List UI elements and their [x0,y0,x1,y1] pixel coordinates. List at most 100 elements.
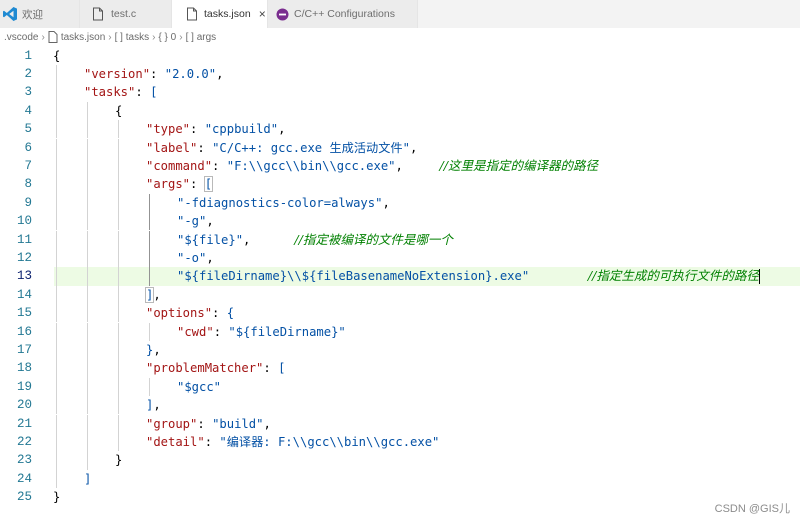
tab-bar: 欢迎 test.c tasks.json × C/C++ Configurati [0,0,800,28]
code-line[interactable]: 16 "cwd": "${fileDirname}" [0,322,800,341]
vscode-logo-icon [2,6,18,22]
code-line[interactable]: 1{ [0,47,800,65]
code-line[interactable]: 9 "-fdiagnostics-color=always", [0,193,800,213]
code-line[interactable]: 11 "${file}", //指定被编译的文件是哪一个 [0,230,800,249]
code-text: "problemMatcher": [ [146,359,285,377]
punctuation: { [115,103,123,118]
json-key: "command" [146,158,213,173]
indent-guide [87,156,88,176]
code-text: "args": [ [146,175,214,193]
code-text: "group": "build", [146,415,271,433]
code-line[interactable]: 14], [0,285,800,305]
json-key: "cwd" [177,324,214,339]
line-number: 9 [24,195,32,210]
indent-guide [118,377,119,397]
code-text: "options": { [146,304,234,322]
json-value: "cppbuild" [204,122,279,137]
code-line[interactable]: 23} [0,451,800,470]
code-line[interactable]: 7 "command": "F:\\gcc\\bin\\gcc.exe", //这… [0,156,800,176]
indent-guide [149,267,150,286]
code-text: ], [146,396,161,414]
breadcrumb-item-args[interactable]: [ ] args [186,32,217,43]
tab-cpp-configurations[interactable]: C/C++ Configurations [268,0,418,28]
code-text: "-fdiagnostics-color=always", [177,194,390,212]
indent-guide [149,322,150,341]
code-line[interactable]: 15 "options": { [0,304,800,323]
punctuation: : [197,416,213,431]
line-number: 5 [24,122,32,137]
indent-guide [87,138,88,157]
code-line[interactable]: 18 "problemMatcher": [ [0,359,800,378]
indent-guide [118,175,119,194]
breadcrumb-item-index[interactable]: { } 0 [158,32,176,43]
json-value: "编译器: F:\\gcc\\bin\\gcc.exe" [219,434,440,449]
indent-guide [149,193,150,213]
code-line[interactable]: 2 "version": "2.0.0", [0,64,800,84]
tab-welcome[interactable]: 欢迎 [0,0,80,28]
tab-test-c[interactable]: test.c [80,0,172,28]
code-line[interactable]: 6 "label": "C/C++: gcc.exe 生成活动文件", [0,138,800,157]
json-value: "-g" [177,214,207,229]
breadcrumb-item-file[interactable]: tasks.json [48,31,105,43]
code-text: "-o", [177,249,214,267]
indent-guide [87,101,88,121]
indent-guide [118,212,119,231]
line-number: 23 [16,453,32,468]
code-line[interactable]: 19 "$gcc" [0,377,800,397]
close-icon[interactable]: × [259,8,266,20]
code-editor[interactable]: 1{2 "version": "2.0.0", 3 "tasks": [4{5 "typ… [0,46,800,524]
punctuation: : [212,158,227,173]
indent-guide [87,322,88,341]
breadcrumb-item-vscode[interactable]: .vscode [4,32,38,43]
code-line[interactable]: 17}, [0,340,800,360]
code-line[interactable]: 12 "-o", [0,248,800,268]
punctuation: : [197,140,213,155]
code-line[interactable]: 20], [0,396,800,415]
code-text: "tasks": [ [84,83,157,101]
code-text: "command": "F:\\gcc\\bin\\gcc.exe", //这里… [146,157,598,175]
code-line[interactable]: 8 "args": [ [0,175,800,194]
code-line[interactable]: 13 "${fileDirname}\\${fileBasenameNoExten… [0,267,800,286]
indent-guide [56,304,57,323]
punctuation: : [213,324,229,339]
punctuation: , [216,66,224,81]
indent-guide [56,322,57,341]
indent-guide [56,285,57,305]
breadcrumb-item-tasks[interactable]: [ ] tasks [115,32,149,43]
tab-tasks-json[interactable]: tasks.json × [172,0,268,28]
file-icon [186,7,198,21]
code-line[interactable]: 22 "detail": "编译器: F:\\gcc\\bin\\gcc.exe" [0,432,800,452]
code-line[interactable]: 21 "group": "build", [0,414,800,433]
indent-guide [149,248,150,268]
indent-guide [87,175,88,194]
indent-guide [87,248,88,268]
json-key: "detail" [146,434,205,449]
json-value: { [226,306,235,321]
punctuation: , [206,214,214,229]
json-value: "${fileDirname}\\${fileBasenameNoExtensi… [177,269,530,284]
code-line[interactable]: 24] [0,469,800,489]
indent-guide [56,340,57,360]
punctuation: , [395,158,440,173]
code-comment: //指定生成的可执行文件的路径 [587,268,759,284]
json-key: "options" [146,306,213,321]
json-value: "${file}" [177,232,244,247]
code-line[interactable]: 5 "type": "cppbuild", [0,120,800,139]
indent-guide [56,101,57,121]
chevron-right-icon: › [179,31,183,43]
json-key: "tasks" [84,85,136,100]
punctuation: : [190,177,205,192]
line-number: 14 [16,287,32,302]
code-text: } [53,488,60,506]
code-line[interactable]: 25} [0,488,800,506]
punctuation: , [153,342,161,357]
code-line[interactable]: 3 "tasks": [ [0,83,800,102]
json-key: "version" [84,66,151,81]
indent-guide [56,469,57,489]
json-key: "args" [146,177,191,192]
code-line[interactable]: 4{ [0,101,800,121]
json-value: "build" [212,416,264,431]
code-line[interactable]: 10 "-g", [0,212,800,231]
indent-guide [56,83,57,102]
json-value: "F:\\gcc\\bin\\gcc.exe" [226,158,396,173]
